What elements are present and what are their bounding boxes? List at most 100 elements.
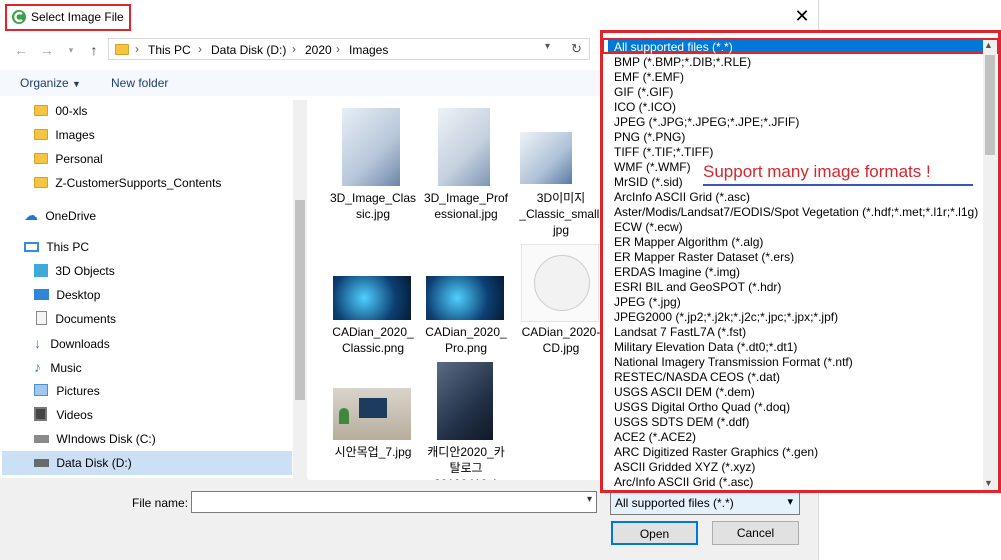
dropdown-option[interactable]: Arc/Info ASCII Grid (*.asc) (614, 475, 753, 490)
sidebar-item-personal[interactable]: Personal (34, 148, 103, 170)
file-label-mockup[interactable]: 시안목업_7.jpg (328, 444, 418, 460)
sidebar-item-z-customersupports[interactable]: Z-CustomerSupports_Contents (34, 172, 221, 194)
file-label-cadian-cd[interactable]: CADian_2020- CD.jpg (516, 324, 606, 356)
sidebar-item-data-disk[interactable]: Data Disk (D:) (34, 452, 132, 474)
file-thumbnail-cadian-pro[interactable] (426, 276, 504, 320)
dropdown-option[interactable]: ERDAS Imagine (*.img) (614, 265, 740, 280)
dropdown-option[interactable]: Aster/Modis/Landsat7/EODIS/Spot Vegetati… (614, 205, 978, 220)
breadcrumb-data-disk[interactable]: Data Disk (D:) (211, 43, 286, 57)
chevron-down-icon[interactable]: ▾ (587, 494, 592, 505)
folder-icon (34, 129, 48, 140)
dropdown-option[interactable]: ACE2 (*.ACE2) (614, 430, 696, 445)
dropdown-option[interactable]: EMF (*.EMF) (614, 70, 684, 85)
dropdown-option[interactable]: RESTEC/NASDA CEOS (*.dat) (614, 370, 780, 385)
drive-icon (34, 459, 49, 467)
scroll-up-arrow-icon[interactable]: ▲ (984, 40, 993, 50)
dropdown-option[interactable]: ESRI BIL and GeoSPOT (*.hdr) (614, 280, 781, 295)
dropdown-option[interactable]: WMF (*.WMF) (614, 160, 691, 175)
forward-arrow-icon[interactable]: → (38, 41, 56, 59)
sidebar-item-downloads[interactable]: ↓ Downloads (34, 332, 110, 354)
open-button[interactable]: Open (611, 521, 698, 545)
file-thumbnail-catalog[interactable] (437, 362, 493, 440)
sidebar-item-label: Personal (55, 152, 103, 166)
dropdown-option[interactable]: ICO (*.ICO) (614, 100, 676, 115)
file-name-line: sic.jpg (355, 207, 390, 221)
file-label-3d-professional[interactable]: 3D_Image_Prof essional.jpg (421, 190, 511, 222)
sidebar-item-3d-objects[interactable]: 3D Objects (34, 260, 115, 282)
file-thumbnail-3d-small[interactable] (520, 132, 572, 184)
dropdown-option[interactable]: Landsat 7 FastL7A (*.fst) (614, 325, 746, 340)
folder-icon (34, 177, 48, 188)
cloud-icon: ☁ (24, 207, 38, 223)
sidebar-item-images[interactable]: Images (34, 124, 95, 146)
scroll-down-arrow-icon[interactable]: ▼ (984, 478, 993, 488)
address-dropdown-chevron-icon[interactable]: ▾ (545, 41, 550, 52)
dropdown-option[interactable]: TIFF (*.TIF;*.TIFF) (614, 145, 713, 160)
dropdown-option[interactable]: JPEG2000 (*.jp2;*.j2k;*.j2c;*.jpc;*.jpx;… (614, 310, 838, 325)
dropdown-option[interactable]: USGS ASCII DEM (*.dem) (614, 385, 755, 400)
dropdown-option[interactable]: ASCII Gridded XYZ (*.xyz) (614, 460, 755, 475)
file-thumbnail-cadian-classic[interactable] (333, 276, 411, 320)
sidebar-item-windows-disk[interactable]: WIndows Disk (C:) (34, 428, 156, 450)
dropdown-option[interactable]: ARC Digitized Raster Graphics (*.gen) (614, 445, 818, 460)
dropdown-option[interactable]: USGS Digital Ortho Quad (*.doq) (614, 400, 790, 415)
sidebar-item-pictures[interactable]: Pictures (34, 380, 100, 402)
dropdown-option[interactable]: MrSID (*.sid) (614, 175, 683, 190)
dropdown-option[interactable]: JPEG (*.JPG;*.JPEG;*.JPE;*.JFIF) (614, 115, 799, 130)
dropdown-option[interactable]: USGS SDTS DEM (*.ddf) (614, 415, 749, 430)
sidebar-item-music[interactable]: ♪ Music (34, 356, 82, 378)
sidebar-item-documents[interactable]: Documents (34, 308, 116, 330)
refresh-icon[interactable]: ↻ (571, 41, 582, 57)
back-arrow-icon[interactable]: ← (12, 41, 30, 59)
new-folder-button[interactable]: New folder (111, 76, 168, 90)
dropdown-option[interactable]: JPEG (*.jpg) (614, 295, 681, 310)
breadcrumb-2020[interactable]: 2020 (305, 43, 332, 57)
file-label-3d-classic[interactable]: 3D_Image_Clas sic.jpg (328, 190, 418, 222)
recent-locations-chevron-icon[interactable]: ▾ (62, 41, 80, 59)
sidebar-item-videos[interactable]: Videos (34, 404, 93, 426)
dropdown-option[interactable]: BMP (*.BMP;*.DIB;*.RLE) (614, 55, 751, 70)
dropdown-option[interactable]: ER Mapper Algorithm (*.alg) (614, 235, 763, 250)
download-icon: ↓ (34, 335, 41, 351)
file-thumbnail-3d-classic[interactable] (342, 108, 400, 186)
sidebar-item-onedrive[interactable]: ☁ OneDrive (24, 204, 96, 226)
dropdown-option[interactable]: Military Elevation Data (*.dt0;*.dt1) (614, 340, 797, 355)
file-label-cadian-classic[interactable]: CADian_2020_ Classic.png (328, 324, 418, 356)
organize-button[interactable]: Organize ▼ (20, 76, 81, 90)
sidebar-item-label: Music (50, 361, 82, 375)
file-type-select[interactable]: All supported files (*.*) ▾ (610, 491, 800, 515)
close-icon[interactable]: ✕ (792, 6, 812, 26)
video-icon (34, 407, 47, 421)
file-name-line: CADian_2020_ (332, 325, 414, 339)
sidebar-item-desktop[interactable]: Desktop (34, 284, 100, 306)
file-thumbnail-cadian-cd[interactable] (521, 244, 599, 322)
dropdown-option[interactable]: PNG (*.PNG) (614, 130, 685, 145)
dropdown-option[interactable]: ArcInfo ASCII Grid (*.asc) (614, 190, 750, 205)
file-name-line: essional.jpg (434, 207, 498, 221)
file-thumbnail-mockup[interactable] (333, 388, 411, 440)
dropdown-option[interactable]: ER Mapper Raster Dataset (*.ers) (614, 250, 794, 265)
drive-icon (34, 435, 49, 443)
breadcrumb-images[interactable]: Images (349, 43, 388, 57)
desktop-icon (34, 289, 49, 300)
sidebar-item-label: Desktop (56, 288, 101, 302)
dropdown-scroll-thumb[interactable] (985, 55, 995, 155)
breadcrumb-this-pc[interactable]: This PC (148, 43, 191, 57)
cancel-button[interactable]: Cancel (712, 521, 799, 545)
file-thumbnail-3d-professional[interactable] (438, 108, 490, 186)
address-bar[interactable]: › This PC › Data Disk (D:) › 2020 › Imag… (108, 38, 590, 60)
plant-shape (339, 408, 349, 424)
folder-icon (34, 153, 48, 164)
file-name-line: 탈로그 (449, 461, 483, 475)
dropdown-option[interactable]: National Imagery Transmission Format (*.… (614, 355, 853, 370)
file-name-input[interactable]: ▾ (191, 491, 597, 513)
sidebar-item-this-pc[interactable]: This PC (24, 236, 89, 258)
file-label-3d-small[interactable]: 3D이미지 _Classic_small. jpg (516, 190, 606, 238)
dropdown-option[interactable]: GIF (*.GIF) (614, 85, 673, 100)
up-arrow-icon[interactable]: ↑ (85, 41, 103, 59)
sidebar-scroll-thumb[interactable] (295, 200, 305, 400)
file-label-cadian-pro[interactable]: CADian_2020_ Pro.png (421, 324, 511, 356)
dropdown-option[interactable]: All supported files (*.*) (614, 40, 733, 55)
sidebar-item-00-xls[interactable]: 00-xls (34, 100, 87, 122)
dropdown-option[interactable]: ECW (*.ecw) (614, 220, 683, 235)
